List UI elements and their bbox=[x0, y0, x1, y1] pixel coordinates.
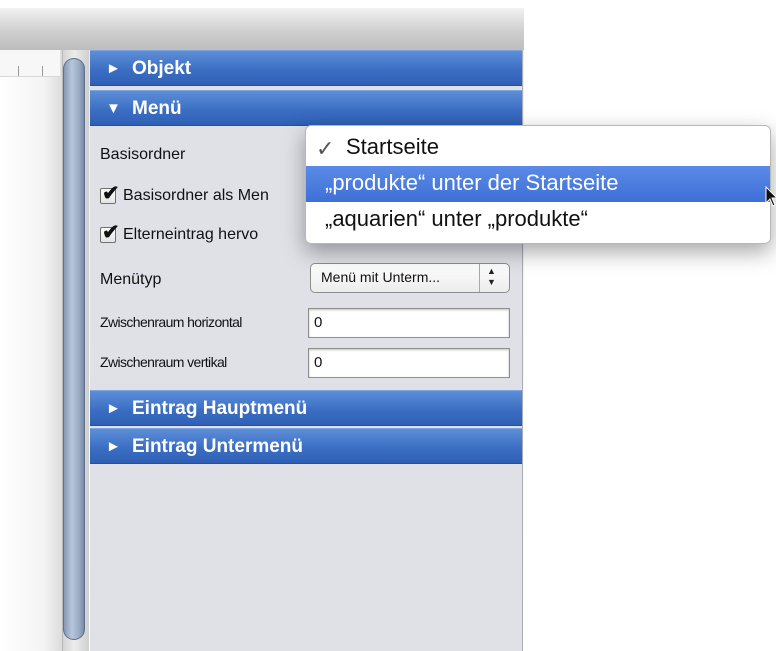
menu-item-label: „aquarien“ unter „produkte“ bbox=[325, 206, 588, 231]
zwischenraum-horizontal-field[interactable] bbox=[308, 308, 510, 338]
elterneintrag-label: Elterneintrag hervo bbox=[123, 226, 259, 243]
disclosure-triangle-icon: ▼ bbox=[106, 100, 121, 117]
check-icon: ✔ bbox=[102, 221, 120, 244]
zwischenraum-horizontal-input[interactable] bbox=[309, 309, 504, 335]
basisordner-als-menu-label: Basisordner als Men bbox=[123, 187, 269, 204]
section-menu-header[interactable]: ▼ Menü bbox=[90, 90, 522, 126]
ruler-tick bbox=[18, 66, 19, 76]
document-canvas[interactable] bbox=[0, 50, 62, 651]
menutyp-value: Menü mit Unterm... bbox=[321, 269, 441, 285]
arrow-down-icon: ▼ bbox=[487, 277, 496, 287]
popup-divider bbox=[479, 264, 480, 292]
basisordner-dropdown-menu: ✓ Startseite „produkte“ unter der Starts… bbox=[305, 125, 771, 244]
scrollbar-thumb[interactable] bbox=[63, 58, 85, 640]
basisordner-label: Basisordner bbox=[100, 146, 186, 163]
section-menu-label: Menü bbox=[132, 98, 182, 119]
checkmark-icon: ✓ bbox=[316, 136, 335, 161]
menu-item-startseite[interactable]: ✓ Startseite bbox=[306, 130, 770, 166]
window-toolbar bbox=[0, 8, 524, 50]
section-eintrag-untermenu-label: Eintrag Untermenü bbox=[132, 436, 304, 457]
section-objekt-header[interactable]: ► Objekt bbox=[90, 50, 522, 86]
zwischenraum-vertikal-field[interactable] bbox=[308, 348, 510, 378]
section-eintrag-hauptmenu-label: Eintrag Hauptmenü bbox=[132, 398, 308, 419]
zwischenraum-horizontal-label: Zwischenraum horizontal bbox=[100, 314, 242, 330]
section-eintrag-untermenu-header[interactable]: ► Eintrag Untermenü bbox=[90, 428, 522, 464]
menu-item-aquarien[interactable]: „aquarien“ unter „produkte“ bbox=[306, 202, 770, 238]
ruler-tick bbox=[42, 66, 43, 76]
disclosure-triangle-icon: ► bbox=[106, 400, 121, 417]
menu-item-label: „produkte“ unter der Startseite bbox=[325, 170, 619, 195]
mouse-pointer-icon bbox=[765, 186, 776, 207]
disclosure-triangle-icon: ► bbox=[106, 438, 121, 455]
disclosure-triangle-icon: ► bbox=[106, 60, 121, 77]
elterneintrag-checkbox[interactable]: ✔ bbox=[100, 221, 120, 244]
ruler bbox=[0, 50, 60, 77]
basisordner-als-menu-checkbox[interactable]: ✔ bbox=[100, 182, 120, 205]
check-icon: ✔ bbox=[102, 182, 120, 205]
menu-item-label: Startseite bbox=[346, 134, 439, 159]
arrow-up-icon: ▲ bbox=[487, 266, 496, 276]
zwischenraum-vertikal-label: Zwischenraum vertikal bbox=[100, 354, 227, 370]
section-objekt-label: Objekt bbox=[132, 58, 192, 79]
zwischenraum-vertikal-input[interactable] bbox=[309, 349, 504, 375]
section-eintrag-hauptmenu-header[interactable]: ► Eintrag Hauptmenü bbox=[90, 390, 522, 426]
menu-item-produkte[interactable]: „produkte“ unter der Startseite bbox=[306, 166, 770, 202]
menutyp-popup-button[interactable]: Menü mit Unterm... ▲ ▼ bbox=[310, 263, 510, 293]
menutyp-label: Menütyp bbox=[100, 271, 162, 288]
popup-arrows-icon: ▲ ▼ bbox=[487, 266, 496, 288]
